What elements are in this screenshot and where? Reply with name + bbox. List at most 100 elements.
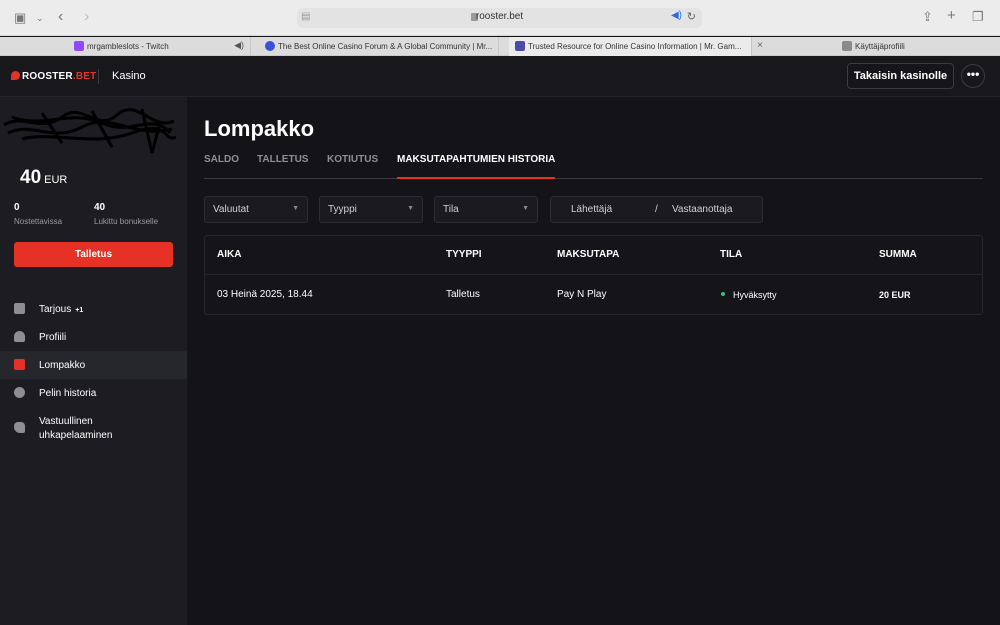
table-header: AIKA TYYPPI MAKSUTAPA TILA SUMMA: [205, 236, 982, 275]
balance-value: 40: [20, 167, 42, 188]
sidebar-item-lompakko[interactable]: Lompakko: [0, 351, 187, 379]
wallet-tabs: SALDO TALLETUS KOTIUTUS MAKSUTAPAHTUMIEN…: [204, 154, 983, 179]
tab-transaction-history[interactable]: MAKSUTAPAHTUMIEN HISTORIA: [397, 154, 556, 179]
type-filter-select[interactable]: Tyyppi ▼: [319, 196, 423, 223]
bonus-locked-label: Lukittu bonukselle: [94, 217, 159, 226]
sidebar-toggle-icon[interactable]: ▣: [14, 10, 26, 26]
offer-count-badge: +1: [75, 307, 84, 314]
new-tab-icon[interactable]: +: [947, 8, 956, 24]
redacted-username-scribble: [3, 108, 177, 154]
balance-currency: EUR: [44, 174, 68, 186]
chevron-down-icon: ▼: [407, 205, 414, 212]
tab-label: MAKSUTAPAHTUMIEN HISTORIA: [397, 154, 556, 165]
browser-tab[interactable]: mrgambleslots - Twitch ◀): [68, 37, 251, 56]
sidebar-item-vastuullinen[interactable]: Vastuullinen uhkapelaaminen: [0, 407, 187, 447]
site-logo[interactable]: ROOSTER.BET: [11, 71, 96, 82]
status-filter-select[interactable]: Tila ▼: [434, 196, 538, 223]
site-header: ROOSTER.BET Kasino Takaisin kasinolle ••…: [0, 56, 1000, 97]
hand-icon: [14, 422, 25, 433]
table-row[interactable]: 03 Heinä 2025, 18.44 Talletus Pay N Play…: [205, 276, 982, 315]
more-options-button[interactable]: •••: [961, 64, 985, 88]
sender-receiver-filter[interactable]: Lähettäjä / Vastaanottaja: [550, 196, 763, 223]
currency-filter-label: Valuutat: [213, 204, 249, 215]
browser-tab-title: mrgambleslots - Twitch: [87, 42, 169, 51]
sidebar-item-label: Pelin historia: [39, 388, 97, 399]
browser-tab-bar: mrgambleslots - Twitch ◀) The Best Onlin…: [0, 37, 1000, 56]
page-title: Lompakko: [204, 116, 315, 141]
withdrawable-stat: 0 Nostettavissa: [14, 202, 62, 226]
active-tab-underline: [397, 177, 556, 179]
column-header-type: TYYPPI: [446, 249, 482, 260]
column-header-status: TILA: [720, 249, 743, 260]
twitch-favicon-icon: [74, 41, 84, 51]
chevron-down-icon: ▼: [292, 205, 299, 212]
header-divider: [98, 69, 99, 84]
browser-tab[interactable]: Käyttäjäprofiili: [836, 37, 1000, 56]
chevron-down-icon[interactable]: ⌄: [36, 10, 44, 26]
browser-tab-active[interactable]: Trusted Resource for Online Casino Infor…: [509, 37, 763, 56]
sidebar-item-pelin-historia[interactable]: Pelin historia: [0, 379, 187, 407]
sidebar-item-label: Vastuullinen uhkapelaaminen: [39, 416, 113, 441]
chevron-down-icon: ▼: [522, 205, 529, 212]
audio-icon[interactable]: ◀): [234, 40, 244, 51]
share-icon[interactable]: ⇪: [922, 9, 933, 25]
transactions-table: AIKA TYYPPI MAKSUTAPA TILA SUMMA 03 Hein…: [204, 235, 983, 315]
cell-status: Hyväksytty: [721, 290, 777, 300]
logo-text: ROOSTER: [22, 71, 73, 82]
history-icon: [14, 387, 25, 398]
status-text: Hyväksytty: [733, 290, 777, 300]
sidebar-item-label: Tarjous: [39, 304, 72, 315]
reload-icon[interactable]: ↻: [687, 10, 696, 23]
rooster-logo-icon: [11, 71, 20, 80]
browser-tab-title: Trusted Resource for Online Casino Infor…: [528, 42, 742, 51]
sidebar-item-label: Lompakko: [39, 360, 86, 371]
withdrawable-value: 0: [14, 202, 20, 213]
tab-saldo[interactable]: SALDO: [204, 154, 239, 178]
status-filter-label: Tila: [443, 204, 459, 215]
receiver-filter-input[interactable]: Vastaanottaja: [672, 204, 732, 215]
back-arrow-icon[interactable]: ‹: [58, 9, 63, 25]
type-filter-label: Tyyppi: [328, 204, 357, 215]
sidebar-item-profiili[interactable]: Profiili: [0, 323, 187, 351]
bonus-locked-value: 40: [94, 202, 106, 213]
column-header-method: MAKSUTAPA: [557, 249, 620, 260]
status-dot-icon: [721, 292, 725, 296]
bonus-locked-stat: 40 Lukittu bonukselle: [94, 202, 158, 226]
cell-time: 03 Heinä 2025, 18.44: [217, 289, 313, 300]
back-to-casino-button[interactable]: Takaisin kasinolle: [847, 63, 954, 89]
url-text: rooster.bet: [475, 11, 524, 22]
user-icon: [14, 331, 25, 342]
cell-type: Talletus: [446, 289, 480, 300]
tab-overview-icon[interactable]: ❐: [972, 9, 984, 25]
address-bar[interactable]: ▤ rooster.bet ◀) ↻: [297, 8, 702, 28]
speaker-icon[interactable]: ◀): [671, 10, 682, 21]
forum-favicon-icon: [265, 41, 275, 51]
sender-filter-input[interactable]: Lähettäjä: [571, 204, 612, 215]
browser-tab[interactable]: The Best Online Casino Forum & A Global …: [259, 37, 499, 56]
tab-talletus[interactable]: TALLETUS: [257, 154, 308, 178]
deposit-button[interactable]: Talletus: [14, 242, 173, 267]
column-header-amount: SUMMA: [879, 249, 917, 260]
cell-method: Pay N Play: [557, 289, 607, 300]
currency-filter-select[interactable]: Valuutat ▼: [204, 196, 308, 223]
wallet-icon: [14, 359, 25, 370]
sidebar-item-tarjous[interactable]: Tarjous +1: [0, 295, 187, 323]
logo-suffix: .BET: [72, 71, 97, 82]
close-tab-icon[interactable]: ×: [757, 40, 763, 51]
forward-arrow-icon[interactable]: ›: [84, 9, 89, 25]
column-header-time: AIKA: [217, 249, 242, 260]
browser-tab-title: The Best Online Casino Forum & A Global …: [278, 42, 493, 51]
browser-toolbar: ▣ ⌄ ‹ › ▤ rooster.bet ◀) ↻ ⇪ + ❐: [0, 0, 1000, 36]
withdrawable-label: Nostettavissa: [14, 217, 63, 226]
gift-icon: [14, 303, 25, 314]
profile-favicon-icon: [842, 41, 852, 51]
tab-kotiutus[interactable]: KOTIUTUS: [327, 154, 378, 178]
nav-kasino[interactable]: Kasino: [112, 70, 146, 82]
cell-amount: 20 EUR: [879, 290, 911, 300]
site-favicon-icon: [515, 41, 525, 51]
browser-tab-title: Käyttäjäprofiili: [855, 42, 905, 51]
sidebar-item-label: Profiili: [39, 332, 67, 343]
sidebar: 40 EUR 0 Nostettavissa 40 Lukittu bonukse…: [0, 97, 187, 625]
filter-separator: /: [655, 204, 658, 215]
balance-amount: 40 EUR: [20, 167, 67, 189]
